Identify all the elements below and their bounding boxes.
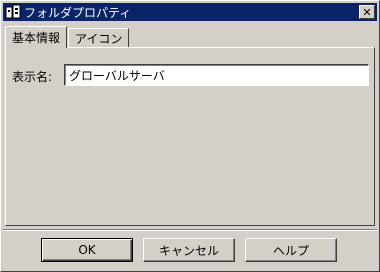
tab-label: 基本情報 [12, 31, 61, 45]
window-title: フォルダプロパティ [24, 5, 132, 20]
help-label: ヘルプ [272, 243, 309, 258]
tab-icon[interactable]: アイコン [68, 28, 130, 48]
tab-panel-basic-info: 表示名: グローバルサーバ [5, 47, 375, 226]
display-name-label: 表示名: [12, 70, 53, 84]
tab-strip: 基本情報 アイコン [5, 26, 130, 48]
close-button[interactable]: ✕ [359, 5, 375, 19]
button-bar: OK キャンセル ヘルプ [3, 229, 377, 270]
tab-label: アイコン [75, 32, 123, 46]
cancel-label: キャンセル [158, 243, 219, 258]
cancel-button[interactable]: キャンセル [143, 238, 235, 262]
tab-basic-info[interactable]: 基本情報 [5, 26, 68, 48]
folder-properties-icon [5, 4, 21, 20]
close-icon: ✕ [362, 5, 372, 19]
display-name-input[interactable]: グローバルサーバ [64, 64, 369, 86]
help-button[interactable]: ヘルプ [245, 238, 337, 262]
ok-button[interactable]: OK [41, 238, 133, 262]
ok-label: OK [78, 243, 96, 257]
folder-properties-dialog: フォルダプロパティ ✕ 基本情報 アイコン 表示名: グローバルサーバ OK キ… [0, 0, 380, 272]
title-bar[interactable]: フォルダプロパティ ✕ [3, 3, 377, 21]
